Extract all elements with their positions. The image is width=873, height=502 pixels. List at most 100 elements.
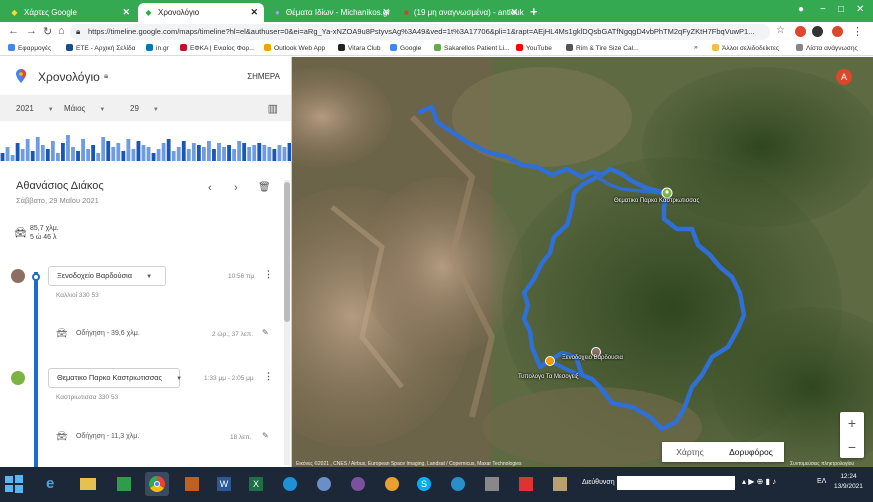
histogram-bar[interactable] [242, 143, 247, 161]
zoom-in-button[interactable]: + [840, 412, 864, 434]
histogram-bar[interactable] [272, 149, 277, 161]
app-icon[interactable] [380, 472, 404, 496]
bookmark-vitara[interactable]: Vitara Club [338, 44, 381, 52]
puzzle-extension-icon[interactable] [812, 26, 823, 37]
histogram-bar[interactable] [227, 145, 231, 161]
minimize-icon[interactable]: − [820, 4, 826, 15]
bookmark-youtube[interactable]: YouTube [516, 44, 552, 52]
place-select-hotel[interactable]: Ξενοδοχείο Βαρδούσια ▼ [48, 266, 166, 286]
close-tab-icon[interactable]: ✕ [250, 7, 258, 18]
profile-icon[interactable] [832, 26, 843, 37]
tab-michanikos[interactable]: ● Θέματα Ιδίων - Michanikos.gr ✕ [268, 3, 396, 22]
reload-icon[interactable]: ↻ [43, 25, 52, 38]
histogram-bar[interactable] [257, 143, 262, 161]
close-tab-icon[interactable]: ✕ [510, 7, 518, 18]
histogram-bar[interactable] [217, 143, 221, 161]
poi-marker[interactable] [545, 356, 555, 366]
histogram-bar[interactable] [156, 149, 161, 161]
histogram-bar[interactable] [35, 137, 40, 161]
histogram-bar[interactable] [222, 147, 226, 161]
more-options-icon[interactable]: ⋮ [264, 371, 273, 382]
forward-icon[interactable]: → [26, 25, 37, 37]
app-icon[interactable] [548, 472, 572, 496]
histogram-bar[interactable] [141, 145, 146, 161]
histogram-bar[interactable] [161, 143, 166, 161]
map-type-map-button[interactable]: Χάρτης [662, 442, 718, 462]
histogram-bar[interactable] [166, 139, 171, 161]
day-select[interactable]: 29 ▼ [130, 104, 159, 113]
histogram-bar[interactable] [207, 141, 211, 161]
opera-extension-icon[interactable] [795, 26, 806, 37]
histogram-bar[interactable] [262, 145, 267, 161]
taskbar-address-input[interactable] [617, 476, 735, 490]
zoom-out-button[interactable]: − [840, 436, 864, 458]
bookmark-star-icon[interactable]: ☆ [776, 25, 785, 36]
histogram-bar[interactable] [45, 149, 50, 161]
internet-explorer-icon[interactable]: e [40, 472, 64, 496]
close-tab-icon[interactable]: ✕ [122, 7, 130, 18]
histogram-bar[interactable] [116, 143, 121, 161]
menu-dots-icon[interactable]: ⋮ [852, 25, 863, 38]
histogram-bar[interactable] [237, 141, 242, 161]
histogram-bar[interactable] [277, 145, 282, 161]
histogram-bar[interactable] [201, 147, 206, 161]
histogram-bar[interactable] [96, 153, 101, 161]
app-icon[interactable] [312, 472, 336, 496]
file-explorer-icon[interactable] [76, 472, 100, 496]
new-tab-button[interactable]: + [530, 4, 538, 19]
histogram-bar[interactable] [101, 137, 106, 161]
histogram-bar[interactable] [252, 145, 257, 161]
histogram-bar[interactable] [81, 139, 85, 161]
histogram-bar[interactable] [25, 139, 30, 161]
histogram-bar[interactable] [121, 151, 126, 161]
histogram-bar[interactable] [126, 139, 131, 161]
avatar[interactable]: A [836, 69, 852, 85]
place-select-park[interactable]: Θεματικο Παρκο Καστριωτισσας ▼ [48, 368, 182, 388]
histogram-bar[interactable] [30, 151, 35, 161]
other-bookmarks[interactable]: Άλλοι σελιδοδείκτες [712, 44, 779, 52]
histogram-bar[interactable] [15, 143, 20, 161]
excel-icon[interactable]: X [244, 472, 268, 496]
histogram-bar[interactable] [151, 153, 156, 161]
histogram-bar[interactable] [5, 147, 10, 161]
bookmark-sakarellos[interactable]: Sakarellos Patient Li... [434, 44, 510, 52]
histogram-bar[interactable] [136, 141, 141, 161]
reading-list[interactable]: Λίστα ανάγνωσης [796, 44, 858, 52]
more-options-icon[interactable]: ⋮ [264, 269, 273, 280]
app-icon[interactable] [446, 472, 470, 496]
histogram-bar[interactable] [176, 147, 181, 161]
edge-icon[interactable] [278, 472, 302, 496]
histogram-bar[interactable] [247, 147, 252, 161]
histogram-bar[interactable] [282, 147, 287, 161]
histogram-bar[interactable] [191, 143, 196, 161]
clock[interactable]: 12:24 13/9/2021 [834, 472, 863, 492]
skype-icon[interactable]: S [412, 472, 436, 496]
chrome-icon[interactable] [145, 472, 169, 496]
bookmark-google[interactable]: Google [390, 44, 421, 52]
language-indicator[interactable]: ΕΛ [817, 478, 826, 485]
drive-segment[interactable]: Οδήγηση - 11,3 χλμ. [76, 433, 139, 440]
tab-google-maps[interactable]: ◆ Χάρτες Google ✕ [4, 3, 136, 22]
app-icon[interactable] [480, 472, 504, 496]
close-window-icon[interactable]: ✕ [856, 4, 864, 15]
histogram-bar[interactable] [66, 135, 70, 161]
year-select[interactable]: 2021 ▼ [16, 104, 54, 113]
histogram-bar[interactable] [212, 149, 216, 161]
edit-route-icon[interactable]: ✎ [262, 431, 269, 440]
histogram-bar[interactable] [0, 153, 5, 161]
today-button[interactable]: ΣΗΜΕΡΑ [247, 72, 280, 81]
histogram-bar[interactable] [40, 145, 45, 161]
tab-search-icon[interactable]: ● [798, 4, 804, 15]
histogram-bar[interactable] [232, 149, 237, 161]
histogram-bar[interactable] [61, 143, 65, 161]
histogram-bar[interactable] [267, 147, 272, 161]
tab-timeline[interactable]: ◆ Χρονολόγιο ✕ [138, 3, 264, 22]
pdf-icon[interactable] [514, 472, 538, 496]
bookmark-apps[interactable]: Εφαρμογές [8, 44, 51, 52]
activity-histogram[interactable] [0, 121, 292, 161]
previous-day-icon[interactable]: ‹ [208, 182, 212, 194]
bookmarks-overflow[interactable]: » [694, 44, 698, 51]
histogram-bar[interactable] [131, 149, 136, 161]
histogram-bar[interactable] [86, 149, 91, 161]
histogram-bar[interactable] [146, 147, 151, 161]
